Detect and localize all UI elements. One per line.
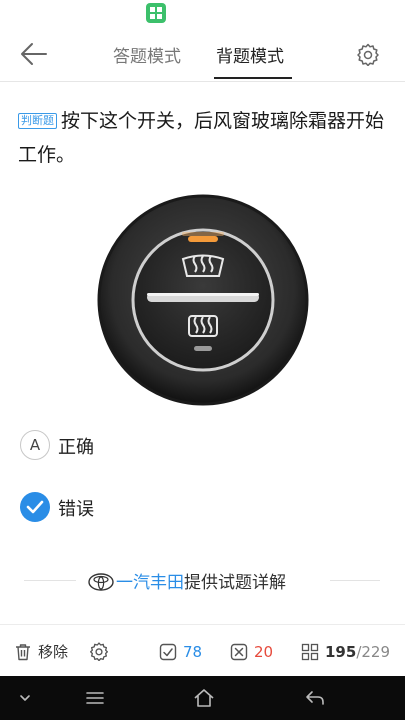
back-icon	[306, 691, 324, 705]
active-tab-indicator	[214, 77, 292, 79]
grid-icon	[301, 643, 319, 661]
question-text-block: 判断题 按下这个开关，后风窗玻璃除霜器开始工作。	[18, 104, 390, 172]
back-button[interactable]	[18, 40, 50, 68]
status-bar	[0, 0, 405, 26]
wrong-count: 20	[254, 643, 274, 661]
correct-count-button[interactable]: 78	[159, 641, 202, 663]
option-b[interactable]: 错误	[20, 492, 320, 524]
bottom-toolbar: 移除 78 20 195/229	[0, 624, 405, 676]
option-a[interactable]: A 正确	[20, 430, 320, 462]
divider	[330, 580, 380, 581]
back-arrow-icon	[21, 43, 47, 65]
option-letter-a: A	[20, 430, 50, 460]
gear-icon	[357, 43, 379, 67]
explanation-text: 提供试题详解	[184, 573, 286, 593]
check-box-icon	[159, 643, 177, 661]
wrong-count-button[interactable]: 20	[230, 641, 273, 663]
question-type-badge: 判断题	[18, 113, 57, 129]
toolbar-settings-button[interactable]	[89, 641, 115, 663]
correct-count: 78	[183, 643, 203, 661]
divider	[24, 580, 76, 581]
home-icon	[194, 689, 214, 707]
option-text-b: 错误	[58, 499, 94, 520]
progress-total: /229	[356, 643, 390, 661]
question-image	[92, 192, 314, 412]
trash-icon	[16, 644, 30, 661]
x-box-icon	[230, 643, 248, 661]
gear-icon	[90, 642, 109, 662]
question-text: 按下这个开关，后风窗玻璃除霜器开始工作。	[18, 110, 385, 166]
explanation-link[interactable]: 一汽丰田提供试题详解	[88, 568, 286, 594]
header: 答题模式 背题模式	[0, 26, 405, 82]
explanation-brand: 一汽丰田	[116, 573, 184, 593]
app-notification-icon	[146, 3, 166, 23]
nav-home-button[interactable]	[191, 686, 217, 710]
tab-recite-mode[interactable]: 背题模式	[216, 42, 284, 67]
system-nav-bar	[0, 676, 405, 720]
question-index-button[interactable]: 195/229	[301, 641, 390, 663]
nav-back-button[interactable]	[302, 686, 328, 710]
nav-menu-button[interactable]	[82, 686, 108, 710]
remove-button[interactable]: 移除	[14, 641, 68, 663]
tab-answer-mode[interactable]: 答题模式	[113, 42, 181, 67]
remove-label: 移除	[38, 643, 69, 661]
nav-collapse-button[interactable]	[12, 686, 38, 710]
option-text-a: 正确	[58, 437, 94, 458]
chevron-down-icon	[20, 695, 30, 701]
progress-current: 195	[325, 643, 357, 661]
selected-check-icon	[20, 492, 50, 522]
settings-button[interactable]	[356, 42, 380, 67]
toyota-logo	[88, 573, 114, 591]
menu-icon	[86, 692, 104, 704]
